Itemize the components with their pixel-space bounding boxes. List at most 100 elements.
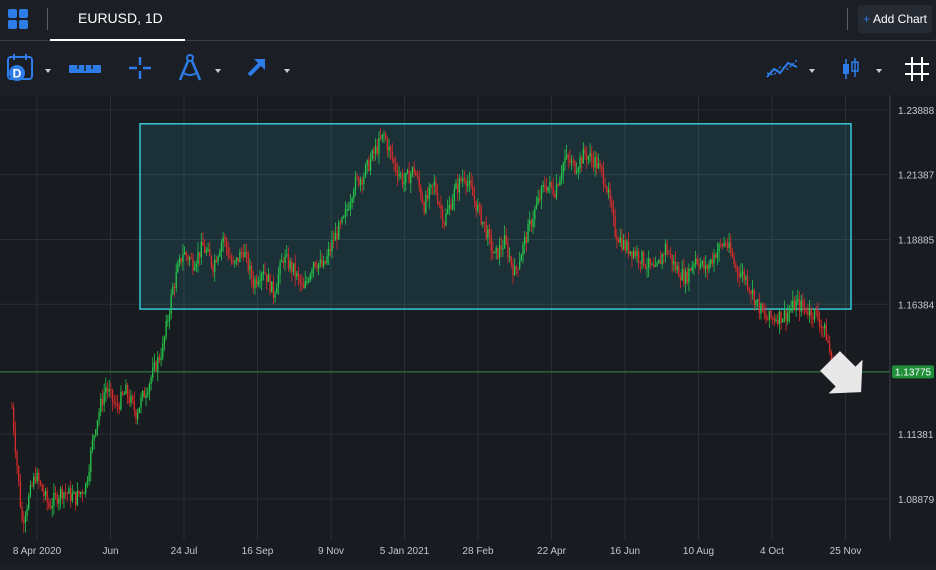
- candle-body: [467, 183, 469, 187]
- candle-body: [11, 407, 13, 409]
- candle-body: [756, 299, 759, 301]
- candle-body: [656, 263, 658, 266]
- candle-body: [182, 254, 184, 263]
- candle-body: [101, 398, 104, 405]
- candle-body: [468, 180, 471, 184]
- candle-body: [624, 240, 626, 251]
- candle-body: [451, 200, 454, 210]
- crosshair-icon[interactable]: [128, 56, 152, 80]
- ruler-tool-icon[interactable]: [68, 62, 102, 76]
- x-tick-label: Jun: [102, 546, 118, 557]
- chevron-down-icon[interactable]: [284, 69, 290, 73]
- candlestick-chart[interactable]: 1.23888 1.21387 1.18885 1.16384 1.13775 1.113…: [0, 95, 936, 565]
- candle-body: [100, 398, 102, 412]
- candle-body: [527, 223, 529, 243]
- candle-body: [204, 245, 206, 253]
- candle-body: [317, 263, 320, 269]
- candle-body: [405, 173, 407, 183]
- candle-body: [86, 481, 89, 484]
- candle-body: [197, 251, 199, 264]
- candle-body: [85, 483, 87, 494]
- candle-body: [493, 251, 496, 254]
- candle-body: [555, 184, 558, 198]
- candle-body: [307, 280, 310, 282]
- candle-body: [142, 390, 144, 398]
- candle-body: [513, 266, 516, 276]
- tab-eurusd[interactable]: EURUSD, 1D: [50, 0, 185, 41]
- candle-body: [209, 248, 211, 257]
- candle-body: [782, 318, 784, 323]
- candle-body: [259, 280, 261, 282]
- candle-body: [329, 248, 332, 251]
- chevron-down-icon[interactable]: [809, 69, 815, 73]
- candle-body: [39, 481, 42, 485]
- candle-body: [616, 236, 618, 240]
- candle-body: [761, 303, 764, 312]
- candle-body: [725, 243, 727, 245]
- candle-body: [279, 262, 281, 275]
- candle-body: [669, 253, 672, 255]
- candle-body: [234, 261, 236, 264]
- candle-body: [327, 248, 330, 256]
- candle-body: [371, 150, 373, 160]
- chevron-down-icon[interactable]: [45, 69, 51, 73]
- drawing-compass-icon[interactable]: [176, 54, 204, 82]
- candle-body: [664, 243, 667, 255]
- price-label-text: 1.13775: [895, 367, 932, 378]
- candle-body: [783, 310, 786, 319]
- candle-body: [673, 261, 675, 265]
- candle-body: [512, 264, 514, 276]
- candle-body: [103, 392, 105, 405]
- candle-body: [121, 392, 124, 395]
- candle-body: [162, 343, 164, 358]
- candle-body: [24, 515, 27, 523]
- candle-body: [803, 306, 806, 308]
- candle-body: [565, 154, 568, 158]
- candle-body: [508, 256, 511, 258]
- candle-type-icon[interactable]: [842, 57, 860, 81]
- chevron-down-icon[interactable]: [876, 69, 882, 73]
- chevron-down-icon[interactable]: [215, 69, 221, 73]
- candle-body: [353, 190, 355, 199]
- candle-body: [768, 310, 771, 320]
- candle-body: [482, 221, 484, 225]
- grid-hash-icon[interactable]: [904, 56, 930, 82]
- candle-body: [549, 182, 551, 187]
- candle-body: [277, 274, 280, 288]
- candle-body: [135, 410, 137, 420]
- candle-body: [311, 270, 313, 275]
- candle-body: [126, 384, 129, 398]
- candle-body: [120, 392, 122, 410]
- calendar-interval-icon[interactable]: D: [6, 53, 36, 83]
- candle-body: [671, 254, 673, 265]
- candle-body: [617, 239, 620, 243]
- candle-body: [400, 174, 402, 176]
- candle-body: [490, 235, 492, 251]
- layout-grid-icon[interactable]: [7, 8, 29, 30]
- candle-body: [517, 268, 519, 270]
- candle-body: [274, 293, 276, 298]
- divider: [847, 8, 848, 30]
- indicators-icon[interactable]: [766, 57, 798, 81]
- candle-body: [219, 252, 221, 257]
- candle-body: [334, 232, 337, 241]
- candle-body: [572, 160, 574, 162]
- candle-body: [699, 263, 702, 268]
- candle-body: [255, 279, 258, 285]
- candle-body: [639, 261, 641, 264]
- chart-area[interactable]: 1.23888 1.21387 1.18885 1.16384 1.13775 1.113…: [0, 95, 936, 565]
- candle-body: [663, 254, 665, 256]
- candle-body: [823, 324, 826, 329]
- candle-body: [726, 243, 729, 248]
- candle-body: [775, 319, 777, 321]
- arrow-tool-icon[interactable]: [246, 56, 268, 78]
- candle-body: [314, 262, 316, 267]
- candle-body: [193, 267, 196, 271]
- candle-body: [596, 156, 598, 169]
- add-chart-button[interactable]: + Add Chart: [858, 5, 932, 33]
- candle-body: [157, 357, 159, 372]
- candle-body: [150, 377, 152, 385]
- candle-body: [43, 491, 45, 496]
- candle-body: [364, 165, 367, 177]
- candle-body: [805, 307, 807, 313]
